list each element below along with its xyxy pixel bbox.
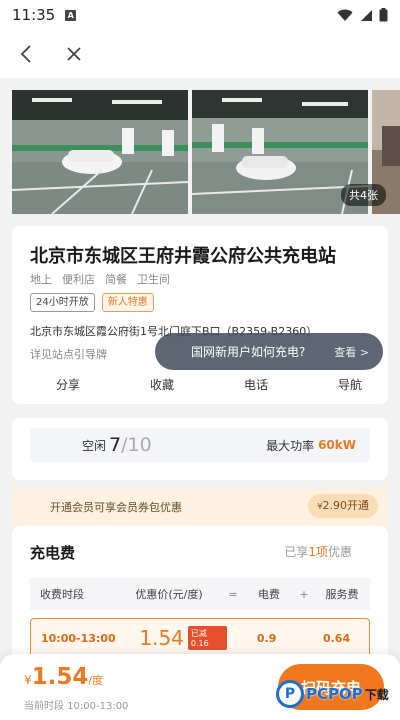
new-user-tag: 新人特惠	[101, 293, 154, 312]
nav-bar	[0, 30, 400, 78]
popover-text: 国网新用户如何充电?	[191, 345, 306, 359]
facility-tag: 简餐	[105, 273, 127, 286]
open-hours-tag: 24小时开放	[30, 293, 95, 312]
member-open-button[interactable]: ¥2.90开通	[308, 494, 378, 518]
member-price: 2.90	[322, 499, 348, 512]
fee-title: 充电费	[30, 544, 76, 562]
discount-prefix: 已享	[284, 545, 309, 559]
fee-period: 10:00-13:00	[41, 631, 116, 645]
signal-icon	[361, 9, 372, 21]
feature-tags: 24小时开放 新人特惠	[30, 293, 154, 312]
notification-icon: A	[65, 9, 77, 21]
charger-stats-card: 空闲 7 /10 最大功率 60kW	[12, 418, 388, 480]
watermark-logo: P PCPOP 下载	[276, 680, 389, 708]
member-cta: 开通	[347, 499, 369, 512]
fee-service: 0.64	[322, 631, 351, 645]
discount-suffix: 优惠	[327, 545, 352, 559]
close-icon[interactable]	[62, 42, 86, 66]
price-unit: /度	[88, 674, 104, 687]
station-name: 北京市东城区王府井霞公府公共充电站	[30, 246, 336, 267]
charger-stats: 空闲 7 /10 最大功率 60kW	[30, 428, 370, 462]
max-power-label: 最大功率	[266, 438, 315, 453]
station-photo[interactable]	[12, 90, 188, 214]
price-value: 1.54	[31, 664, 89, 690]
phone-button[interactable]: 电话	[244, 376, 268, 393]
watermark-suffix: 下载	[364, 687, 389, 702]
price-currency: ¥	[24, 673, 32, 687]
share-button[interactable]: 分享	[56, 376, 80, 393]
fee-table-header: 收费时段 优惠价(元/度) = 电费 + 服务费	[30, 578, 370, 610]
guide-label: 详见站点引导牌	[30, 348, 107, 361]
free-label: 空闲	[82, 438, 107, 453]
battery-icon	[379, 8, 388, 22]
watermark-text: PCPOP	[306, 685, 363, 703]
max-power-value: 60kW	[318, 438, 356, 452]
member-promo-text: 开通会员可享会员券包优惠	[50, 501, 182, 514]
popover-view-link[interactable]: 查看 >	[334, 344, 369, 360]
col-plus: +	[299, 587, 309, 601]
watermark-p-icon: P	[276, 680, 304, 708]
fee-price: 1.54	[139, 626, 184, 650]
fee-discount[interactable]: 已享1项优惠	[284, 543, 352, 560]
status-bar: 11:35 A	[0, 0, 400, 30]
col-price: 优惠价(元/度)	[135, 588, 203, 601]
arrow-left-icon[interactable]	[14, 42, 38, 66]
wifi-icon	[337, 9, 353, 21]
favorite-button[interactable]: 收藏	[150, 376, 174, 393]
member-promo: 开通会员可享会员券包优惠 ¥2.90开通	[12, 488, 388, 526]
fee-electricity: 0.9	[256, 631, 277, 645]
photo-count-badge: 共4张	[341, 184, 386, 206]
facility-tag: 卫生间	[137, 273, 170, 286]
fee-reduced-tag: 已减0.16	[187, 626, 228, 650]
col-electricity: 电费	[258, 588, 280, 601]
col-period: 收费时段	[40, 588, 84, 601]
station-info-card: 北京市东城区王府井霞公府公共充电站 地上 便利店 简餐 卫生间 24小时开放 新…	[12, 226, 388, 404]
navigate-button[interactable]: 导航	[338, 376, 362, 393]
action-bar: 分享 收藏 电话 导航	[12, 376, 388, 393]
photo-gallery[interactable]: 共4张	[0, 88, 400, 216]
facility-tag: 地上	[30, 273, 52, 286]
col-service: 服务费	[325, 588, 359, 601]
total-count: /10	[121, 434, 152, 456]
free-count: 7	[109, 434, 122, 456]
col-equals: =	[228, 587, 238, 601]
facility-tags: 地上 便利店 简餐 卫生间	[30, 271, 170, 287]
how-to-charge-popover[interactable]: 国网新用户如何充电? 查看 >	[155, 333, 383, 370]
discount-count: 1项	[308, 545, 328, 559]
status-time: 11:35	[12, 6, 56, 24]
current-period: 当前时段 10:00-13:00	[24, 701, 129, 712]
current-price: ¥1.54/度	[24, 664, 103, 690]
fee-row-current: 10:00-13:00 1.54 已减0.16 0.9 0.64	[30, 618, 370, 658]
facility-tag: 便利店	[62, 273, 95, 286]
